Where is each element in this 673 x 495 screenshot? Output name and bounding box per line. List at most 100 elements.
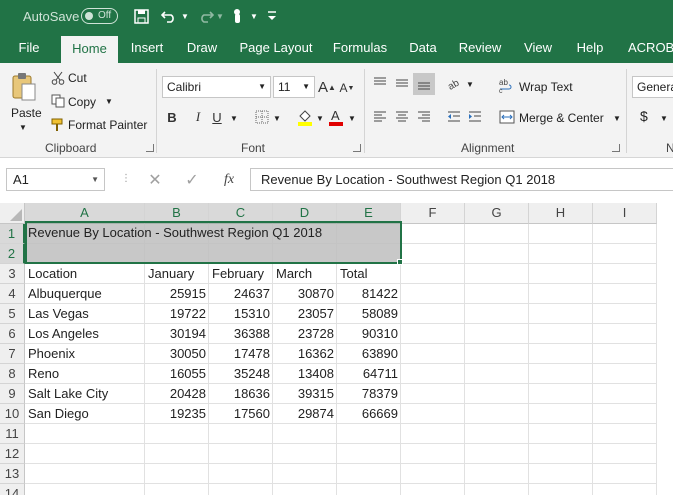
align-left-icon[interactable]: [372, 110, 388, 124]
merge-dropdown-icon[interactable]: ▼: [613, 114, 621, 123]
select-all-button[interactable]: [0, 203, 25, 224]
cell-f2[interactable]: [401, 244, 465, 264]
cell-i12[interactable]: [593, 444, 657, 464]
cell-b14[interactable]: [145, 484, 209, 495]
tab-home[interactable]: Home: [61, 36, 118, 63]
cell-g10[interactable]: [465, 404, 529, 424]
cell-f10[interactable]: [401, 404, 465, 424]
row-header-9[interactable]: 9: [0, 384, 25, 404]
cell-b12[interactable]: [145, 444, 209, 464]
increase-indent-icon[interactable]: [467, 110, 483, 124]
touch-dropdown-icon[interactable]: ▼: [249, 7, 259, 25]
borders-dropdown-icon[interactable]: ▼: [273, 114, 281, 123]
cell-a13[interactable]: [25, 464, 145, 484]
tab-help[interactable]: Help: [572, 33, 608, 63]
tab-data[interactable]: Data: [404, 33, 442, 63]
cell-c11[interactable]: [209, 424, 273, 444]
cell-c13[interactable]: [209, 464, 273, 484]
decrease-indent-icon[interactable]: [446, 110, 462, 124]
cell-b13[interactable]: [145, 464, 209, 484]
font-color-icon[interactable]: A: [327, 107, 345, 127]
cell-h8[interactable]: [529, 364, 593, 384]
row-header-12[interactable]: 12: [0, 444, 25, 464]
alignment-launcher-icon[interactable]: [612, 144, 620, 152]
merge-center-label[interactable]: Merge & Center: [519, 111, 604, 125]
cell-h12[interactable]: [529, 444, 593, 464]
tab-review[interactable]: Review: [455, 33, 505, 63]
redo-icon[interactable]: [197, 7, 215, 25]
cell-f13[interactable]: [401, 464, 465, 484]
cell-f3[interactable]: [401, 264, 465, 284]
align-center-icon[interactable]: [394, 110, 410, 124]
cell-h2[interactable]: [529, 244, 593, 264]
row-header-3[interactable]: 3: [0, 264, 25, 284]
cell-f4[interactable]: [401, 284, 465, 304]
column-header-f[interactable]: F: [401, 203, 465, 224]
align-right-icon[interactable]: [416, 110, 432, 124]
cell-g13[interactable]: [465, 464, 529, 484]
cell-g11[interactable]: [465, 424, 529, 444]
cell-h3[interactable]: [529, 264, 593, 284]
cell-i13[interactable]: [593, 464, 657, 484]
cell-g2[interactable]: [465, 244, 529, 264]
cell-h4[interactable]: [529, 284, 593, 304]
tab-draw[interactable]: Draw: [181, 33, 223, 63]
row-header-1[interactable]: 1: [0, 224, 25, 244]
tab-formulas[interactable]: Formulas: [328, 33, 392, 63]
bold-button[interactable]: B: [163, 107, 181, 127]
cell-f1[interactable]: [401, 224, 465, 244]
cell-i9[interactable]: [593, 384, 657, 404]
touch-mode-icon[interactable]: [230, 7, 246, 25]
cell-h5[interactable]: [529, 304, 593, 324]
redo-dropdown-icon[interactable]: ▼: [215, 7, 225, 25]
copy-label[interactable]: Copy: [68, 95, 96, 109]
cell-b11[interactable]: [145, 424, 209, 444]
cell-h6[interactable]: [529, 324, 593, 344]
tab-page-layout[interactable]: Page Layout: [236, 33, 316, 63]
cell-d14[interactable]: [273, 484, 337, 495]
tab-view[interactable]: View: [518, 33, 558, 63]
wrap-text-label[interactable]: Wrap Text: [519, 80, 573, 94]
cut-label[interactable]: Cut: [68, 71, 87, 85]
column-header-h[interactable]: H: [529, 203, 593, 224]
underline-dropdown-icon[interactable]: ▼: [230, 114, 238, 123]
customize-qat-icon[interactable]: [266, 7, 278, 25]
sheet-title-cell[interactable]: Revenue By Location - Southwest Region Q…: [28, 223, 322, 242]
align-top-icon[interactable]: [372, 76, 388, 90]
paste-label[interactable]: Paste: [11, 106, 42, 120]
row-header-10[interactable]: 10: [0, 404, 25, 424]
italic-button[interactable]: I: [189, 107, 207, 127]
row-header-8[interactable]: 8: [0, 364, 25, 384]
tab-insert[interactable]: Insert: [124, 33, 170, 63]
cell-i6[interactable]: [593, 324, 657, 344]
align-bottom-icon[interactable]: [413, 73, 435, 95]
underline-button[interactable]: U: [208, 107, 226, 127]
cell-f8[interactable]: [401, 364, 465, 384]
format-painter-icon[interactable]: [50, 117, 66, 133]
decrease-font-size-icon[interactable]: A ▼: [339, 79, 355, 97]
paste-dropdown-icon[interactable]: ▼: [19, 123, 27, 132]
cell-f14[interactable]: [401, 484, 465, 495]
borders-icon[interactable]: [254, 109, 270, 125]
font-color-dropdown-icon[interactable]: ▼: [348, 114, 356, 123]
cell-h1[interactable]: [529, 224, 593, 244]
cell-i10[interactable]: [593, 404, 657, 424]
save-icon[interactable]: [132, 7, 150, 25]
orientation-icon[interactable]: ab: [446, 76, 464, 92]
cell-f7[interactable]: [401, 344, 465, 364]
row-header-5[interactable]: 5: [0, 304, 25, 324]
paste-icon[interactable]: [10, 71, 38, 103]
undo-icon[interactable]: [160, 7, 178, 25]
cell-d13[interactable]: [273, 464, 337, 484]
cell-i1[interactable]: [593, 224, 657, 244]
cut-icon[interactable]: [50, 70, 66, 86]
cell-g9[interactable]: [465, 384, 529, 404]
cell-f12[interactable]: [401, 444, 465, 464]
cell-i5[interactable]: [593, 304, 657, 324]
cell-g5[interactable]: [465, 304, 529, 324]
formula-input[interactable]: Revenue By Location - Southwest Region Q…: [250, 168, 673, 191]
cell-i14[interactable]: [593, 484, 657, 495]
cell-h7[interactable]: [529, 344, 593, 364]
cell-g7[interactable]: [465, 344, 529, 364]
cell-c12[interactable]: [209, 444, 273, 464]
